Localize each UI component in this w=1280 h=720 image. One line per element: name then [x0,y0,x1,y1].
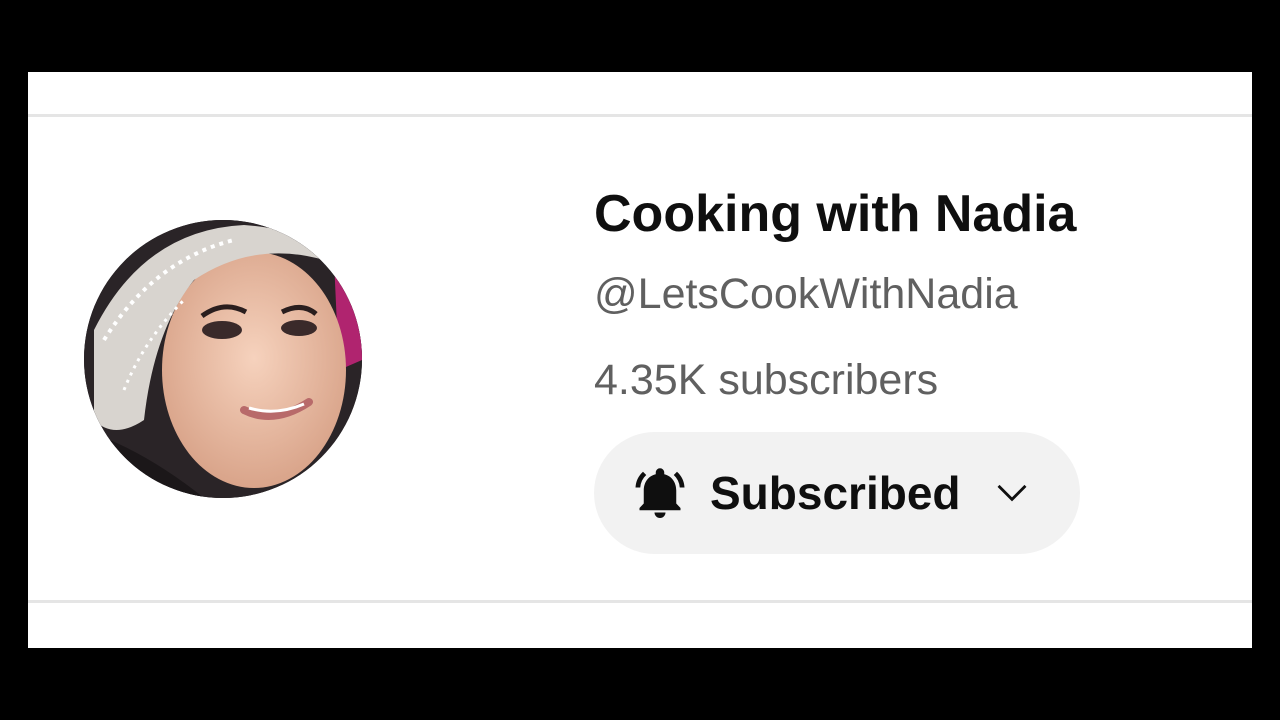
channel-info: Cooking with Nadia @LetsCookWithNadia 4.… [594,182,1076,406]
subscribed-button[interactable]: Subscribed [594,432,1080,554]
avatar-image [84,220,362,498]
avatar[interactable] [84,220,362,498]
chevron-down-icon [997,484,1026,502]
channel-card: Cooking with Nadia @LetsCookWithNadia 4.… [28,72,1252,648]
bottom-divider [28,600,1252,603]
subscribed-label: Subscribed [710,467,961,519]
channel-handle: @LetsCookWithNadia [594,270,1018,318]
bell-icon [635,468,685,518]
subscriber-count: 4.35K subscribers [594,356,939,404]
top-divider [28,114,1252,117]
channel-name[interactable]: Cooking with Nadia [594,182,1076,246]
